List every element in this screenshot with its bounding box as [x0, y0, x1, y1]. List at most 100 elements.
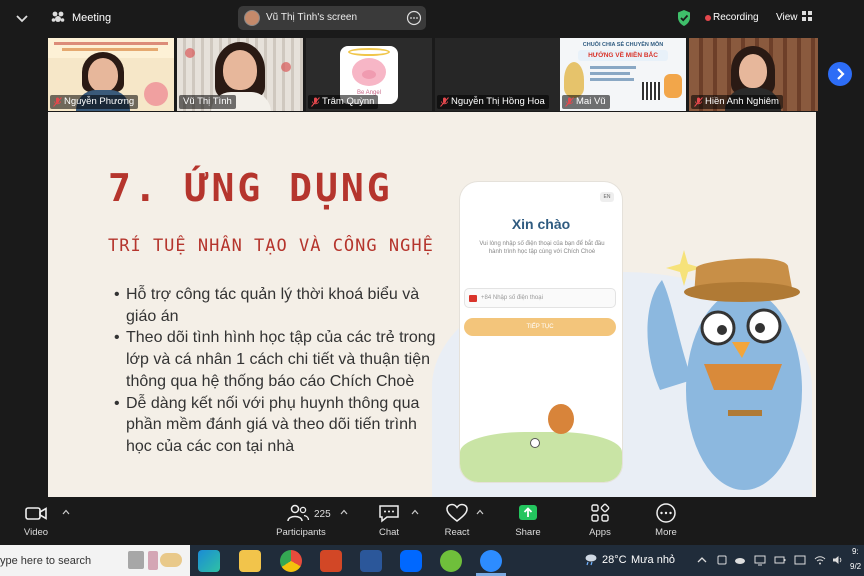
chat-button[interactable]: Chat: [372, 503, 406, 543]
participant-strip: Nguyễn Phương Vũ Thị Tình Be Angel Trâm …: [48, 38, 818, 111]
participant-name: Vũ Thị Tình: [179, 95, 236, 109]
meeting-toolbar: Video Participants 225 Chat React Share …: [0, 497, 864, 545]
taskbar-search-box[interactable]: ype here to search: [0, 545, 190, 576]
slide-bullet-list: Hỗ trợ công tác quản lý thời khoá biểu v…: [114, 284, 444, 458]
tray-app-icon[interactable]: [716, 554, 728, 566]
phone-number-field: +84 Nhập số điện thoại: [464, 288, 616, 308]
poster-line: HƯỚNG VỀ MIỀN BẮC: [588, 52, 658, 59]
more-icon: [656, 503, 676, 523]
participants-count: 225: [314, 509, 331, 520]
phone-greeting: Xin chào: [511, 216, 571, 232]
search-placeholder: ype here to search: [0, 555, 92, 567]
participant-name-text: Nguyễn Phương: [64, 96, 135, 107]
mic-muted-icon: [565, 97, 574, 107]
phone-input-text: +84 Nhập số điện thoại: [481, 295, 543, 301]
edge-icon[interactable]: [198, 550, 220, 572]
apps-button[interactable]: Apps: [582, 503, 618, 543]
windows-taskbar: ype here to search 28°C Mưa nhỏ 9: 9/2: [0, 545, 864, 576]
recording-label[interactable]: Recording: [713, 12, 759, 23]
mic-muted-icon: [694, 97, 703, 107]
file-explorer-icon[interactable]: [239, 550, 261, 572]
phone-mockup: EN Xin chào Vui lòng nhập số điện thoại …: [460, 182, 622, 482]
apps-label: Apps: [589, 527, 611, 538]
meeting-info-icon[interactable]: [50, 10, 66, 26]
clock-date[interactable]: 9/2: [850, 562, 861, 571]
participant-name: Trâm Quỳnn: [308, 95, 379, 109]
battery-icon[interactable]: [774, 554, 786, 566]
screen-share-pill[interactable]: Vũ Thị Tình's screen: [238, 6, 426, 30]
poster-line: CHUỖI CHIA SẺ CHUYÊN MÔN: [582, 42, 664, 48]
bullet-item: Dễ dàng kết nối với phụ huynh thông qua …: [114, 393, 444, 458]
onedrive-cloud-icon[interactable]: [734, 554, 746, 566]
chevron-right-icon: [837, 68, 845, 80]
react-button[interactable]: React: [440, 503, 474, 543]
participant-tile[interactable]: Hiền Anh Nghiêm: [689, 38, 818, 111]
zoom-icon[interactable]: [480, 550, 502, 572]
word-icon[interactable]: [360, 550, 382, 572]
more-label: More: [655, 527, 677, 538]
screen-share-label: Vũ Thị Tình's screen: [266, 12, 358, 23]
video-camera-icon: [25, 507, 47, 520]
zoom-window: Meeting Vũ Thị Tình's screen Recording V…: [0, 0, 864, 576]
participant-name-text: Trâm Quỳnn: [322, 96, 375, 107]
chevron-up-icon[interactable]: [696, 554, 708, 566]
participant-tile[interactable]: Nguyễn Thị Hồng Hoa: [435, 38, 561, 111]
powerpoint-icon[interactable]: [320, 550, 342, 572]
participant-tile-active[interactable]: Vũ Thị Tình: [177, 38, 303, 111]
participant-tile[interactable]: Nguyễn Phương: [48, 38, 174, 111]
video-label: Video: [23, 527, 49, 538]
participant-name-text: Nguyễn Thị Hồng Hoa: [451, 96, 545, 107]
participants-label: Participants: [276, 527, 326, 538]
slide-title: 7. ỨNG DỤNG: [108, 166, 393, 210]
chrome-icon[interactable]: [280, 550, 302, 572]
caret-up-icon[interactable]: [62, 509, 70, 515]
mic-muted-icon: [440, 97, 449, 107]
participant-name: Nguyễn Phương: [50, 95, 139, 109]
participant-tile[interactable]: CHUỖI CHIA SẺ CHUYÊN MÔN HƯỚNG VỀ MIỀN B…: [560, 38, 686, 111]
bullet-item: Theo dõi tình hình học tập của các trẻ t…: [114, 327, 444, 392]
video-button[interactable]: Video: [18, 503, 54, 543]
mic-muted-icon: [311, 97, 320, 107]
meeting-label[interactable]: Meeting: [72, 12, 111, 24]
more-options-icon[interactable]: [406, 10, 422, 26]
search-highlight-icon: [128, 551, 144, 569]
slide-subtitle: TRÍ TUỆ NHÂN TẠO VÀ CÔNG NGHỆ: [108, 236, 434, 256]
participant-name: Mai Vũ: [562, 95, 610, 109]
view-label[interactable]: View: [776, 12, 798, 23]
bird-illustration: [548, 404, 574, 434]
zalo-icon[interactable]: [400, 550, 422, 572]
grid-view-icon[interactable]: [802, 11, 812, 21]
participant-tile[interactable]: Be Angel Trâm Quỳnn: [306, 38, 432, 111]
avatar: [244, 10, 260, 26]
caret-up-icon[interactable]: [411, 509, 419, 515]
weather-text: Mưa nhỏ: [631, 554, 676, 566]
wifi-icon[interactable]: [814, 554, 826, 566]
clock-time[interactable]: 9:: [852, 547, 859, 556]
display-icon[interactable]: [754, 554, 766, 566]
chat-label: Chat: [378, 527, 400, 538]
top-bar: Meeting Vũ Thị Tình's screen Recording V…: [0, 0, 864, 36]
participant-name: Hiền Anh Nghiêm: [691, 95, 783, 109]
participant-name-text: Vũ Thị Tình: [183, 96, 232, 107]
mic-muted-icon: [53, 97, 62, 107]
chevron-down-icon[interactable]: [14, 10, 30, 26]
caret-up-icon[interactable]: [476, 509, 484, 515]
mascot-bird: [632, 240, 808, 497]
participant-name: Nguyễn Thị Hồng Hoa: [437, 95, 549, 109]
app-icon[interactable]: [440, 550, 462, 572]
share-label: Share: [515, 527, 541, 538]
weather-rain-icon: [585, 554, 597, 566]
caret-up-icon[interactable]: [340, 509, 348, 515]
more-button[interactable]: More: [648, 503, 684, 543]
share-screen-button[interactable]: Share: [510, 503, 546, 543]
next-page-button[interactable]: [828, 62, 852, 86]
volume-icon[interactable]: [832, 554, 844, 566]
phone-description: Vui lòng nhập số điện thoại của bạn để b…: [479, 241, 605, 255]
security-shield-icon[interactable]: [676, 9, 692, 27]
share-screen-icon: [519, 505, 537, 520]
participant-name-text: Hiền Anh Nghiêm: [705, 96, 779, 107]
heart-icon: [446, 503, 468, 522]
ime-icon[interactable]: [794, 554, 806, 566]
bullet-item: Hỗ trợ công tác quản lý thời khoá biểu v…: [114, 284, 444, 327]
shared-slide: 7. ỨNG DỤNG TRÍ TUỆ NHÂN TẠO VÀ CÔNG NGH…: [48, 112, 816, 497]
